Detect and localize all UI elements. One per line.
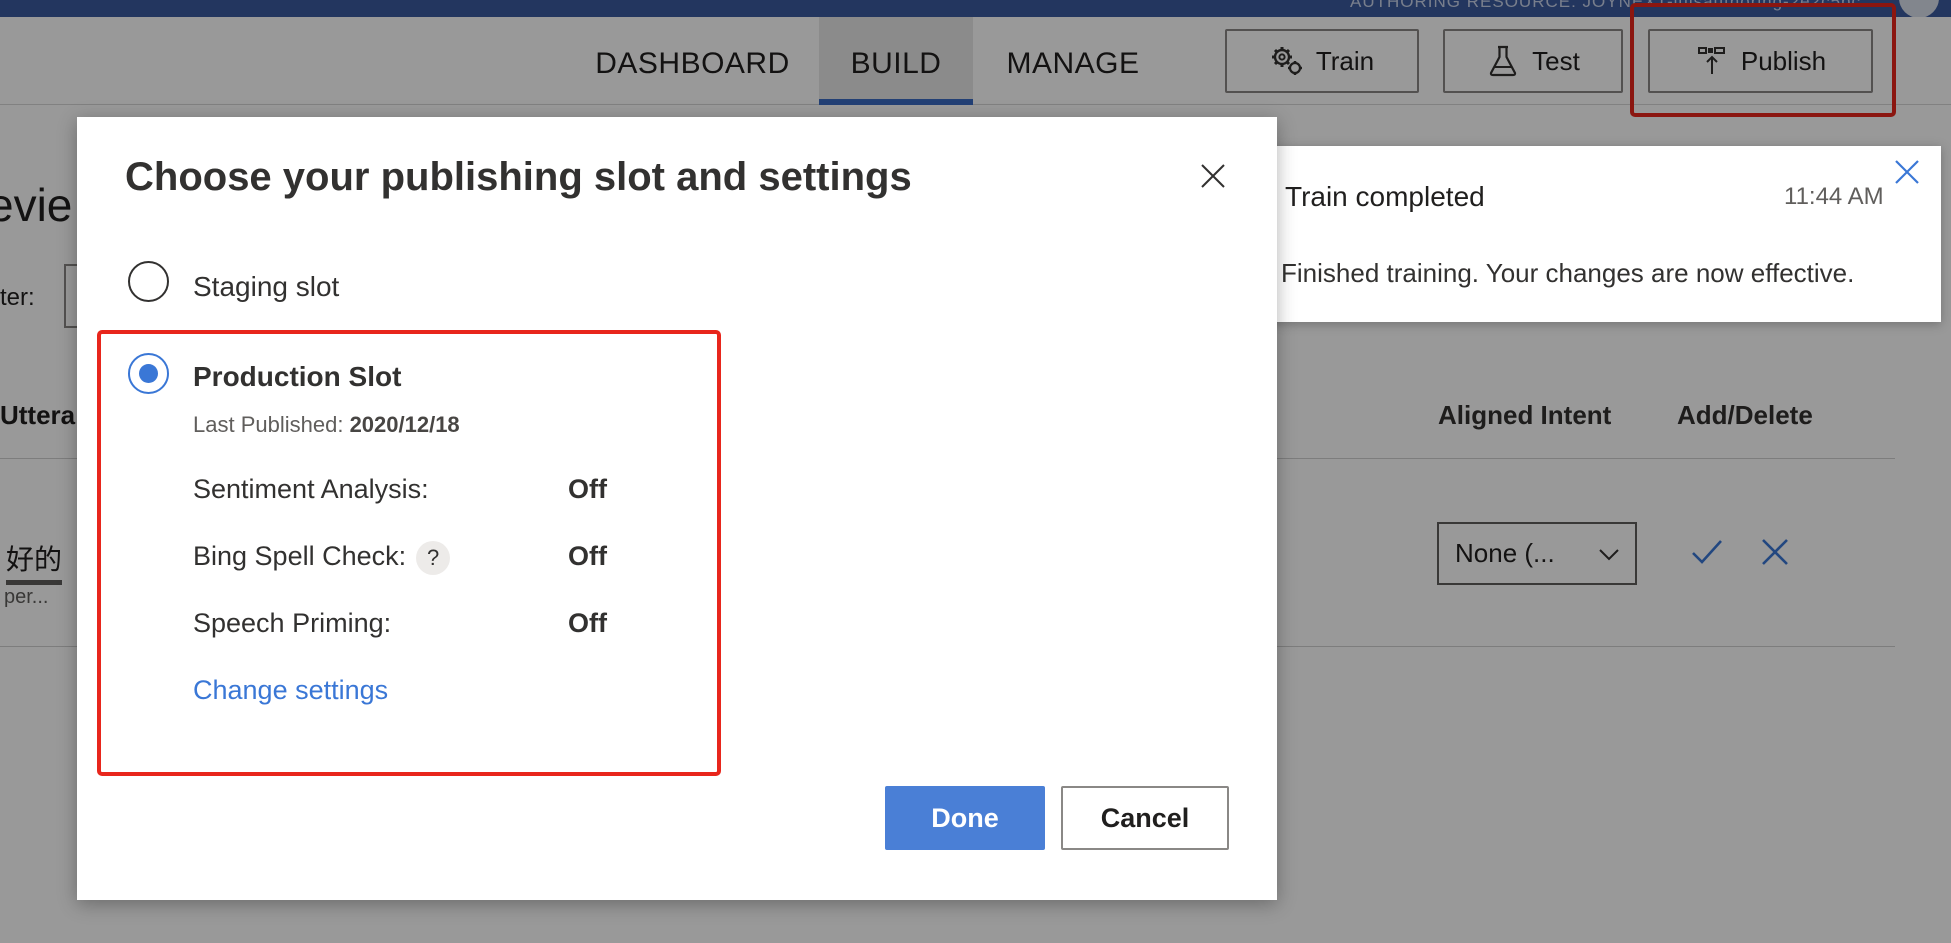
cancel-button[interactable]: Cancel bbox=[1061, 786, 1229, 850]
last-published: Last Published: 2020/12/18 bbox=[193, 412, 460, 438]
bing-spell-check-row: Bing Spell Check:? bbox=[193, 541, 451, 575]
publish-dialog: Choose your publishing slot and settings… bbox=[77, 117, 1277, 900]
dialog-title: Choose your publishing slot and settings bbox=[125, 155, 912, 199]
last-published-label: Last Published: bbox=[193, 412, 344, 437]
speech-priming-label: Speech Priming: bbox=[193, 608, 392, 638]
help-icon[interactable]: ? bbox=[416, 541, 451, 575]
close-icon[interactable] bbox=[1893, 158, 1921, 186]
sentiment-analysis-value: Off bbox=[568, 474, 607, 504]
close-icon[interactable] bbox=[1200, 163, 1226, 189]
staging-slot-label[interactable]: Staging slot bbox=[193, 271, 339, 303]
staging-slot-radio[interactable] bbox=[128, 261, 169, 302]
bing-spell-check-label: Bing Spell Check: bbox=[193, 541, 407, 572]
toast-timestamp: 11:44 AM bbox=[1784, 183, 1884, 210]
toast-title: Train completed bbox=[1285, 181, 1485, 212]
done-button[interactable]: Done bbox=[885, 786, 1045, 850]
production-slot-radio[interactable] bbox=[128, 353, 169, 394]
toast-message: Finished training. Your changes are now … bbox=[1281, 258, 1855, 288]
change-settings-link[interactable]: Change settings bbox=[193, 675, 388, 706]
bing-spell-check-value: Off bbox=[568, 541, 607, 571]
sentiment-analysis-label: Sentiment Analysis: bbox=[193, 474, 429, 504]
speech-priming-value: Off bbox=[568, 608, 607, 638]
production-slot-label[interactable]: Production Slot bbox=[193, 361, 401, 393]
last-published-value: 2020/12/18 bbox=[349, 412, 460, 437]
notification-toast: Train completed 11:44 AM Finished traini… bbox=[1221, 146, 1941, 322]
